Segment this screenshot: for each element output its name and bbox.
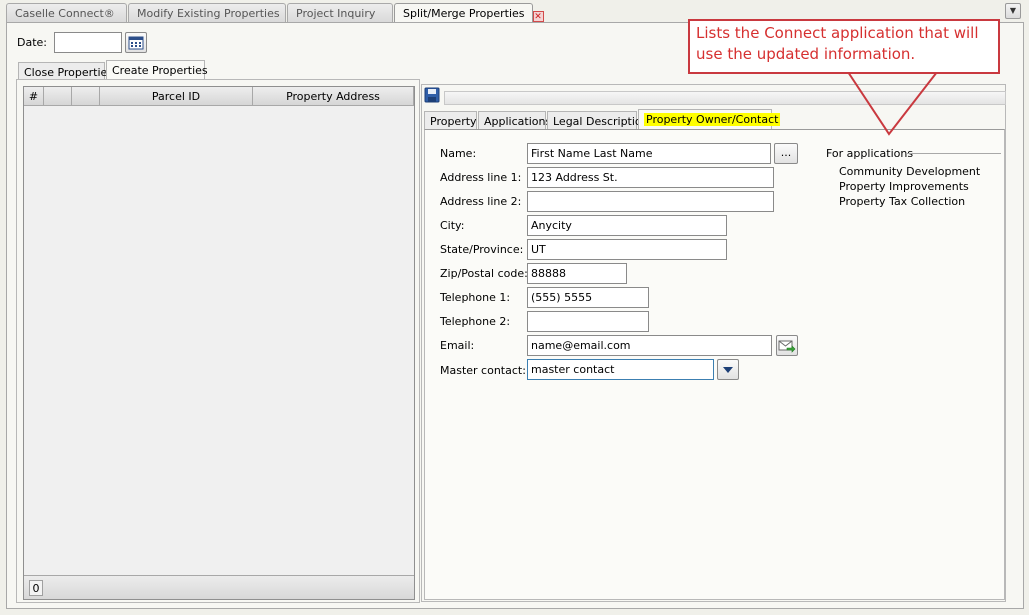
tab-legal-description[interactable]: Legal Description (547, 111, 649, 130)
application-item: Property Improvements (839, 180, 969, 193)
grid-footer: 0 (24, 575, 414, 599)
tab-label: Legal Description (553, 115, 649, 128)
tab-label: Close Properties (24, 66, 114, 79)
browse-name-button[interactable]: ... (774, 143, 798, 164)
email-label: Email: (440, 339, 475, 352)
save-icon (424, 87, 440, 103)
send-email-button[interactable] (776, 335, 798, 356)
grid-col-blank-1[interactable] (44, 87, 72, 106)
date-input[interactable] (54, 32, 122, 53)
state-label: State/Province: (440, 243, 524, 256)
grid-col-number[interactable]: # (24, 87, 44, 106)
zip-input[interactable]: 88888 (527, 263, 627, 284)
tab-split-merge-properties[interactable]: Split/Merge Properties ✕ (394, 3, 544, 24)
master-contact-dropdown-button[interactable] (717, 359, 739, 380)
address1-label: Address line 1: (440, 171, 522, 184)
tab-label: Property (430, 115, 477, 128)
tab-project-inquiry[interactable]: Project Inquiry (287, 3, 393, 23)
application-item: Property Tax Collection (839, 195, 966, 208)
triangle-down-icon (723, 367, 733, 373)
email-send-icon (778, 340, 796, 353)
close-tab-icon[interactable]: ✕ (532, 11, 544, 22)
state-input[interactable]: UT (527, 239, 727, 260)
tab-label: Caselle Connect® (15, 7, 115, 20)
tab-label: Split/Merge Properties (403, 7, 525, 20)
address1-input[interactable]: 123 Address St. (527, 167, 774, 188)
tab-list-dropdown-button[interactable]: ▼ (1005, 3, 1021, 19)
tab-label: Property Owner/Contact (644, 113, 781, 126)
date-label: Date: (17, 36, 47, 49)
name-label: Name: (440, 147, 477, 160)
grid-col-blank-2[interactable] (72, 87, 100, 106)
tab-property-owner-contact[interactable]: Property Owner/Contact (638, 109, 781, 130)
save-button[interactable] (424, 87, 442, 104)
tab-property[interactable]: Property (424, 111, 477, 130)
address2-input[interactable] (527, 191, 774, 212)
grid-col-parcel-id[interactable]: Parcel ID (100, 87, 253, 106)
telephone1-label: Telephone 1: (440, 291, 511, 304)
applications-divider (906, 153, 1001, 154)
tab-modify-existing-properties[interactable]: Modify Existing Properties (128, 3, 286, 23)
grid-col-property-address[interactable]: Property Address (253, 87, 414, 106)
tab-create-properties[interactable]: Create Properties (106, 60, 208, 81)
master-contact-input[interactable]: master contact (527, 359, 714, 380)
master-contact-label: Master contact: (440, 364, 526, 377)
application-item: Community Development (839, 165, 981, 178)
tab-label: Project Inquiry (296, 7, 376, 20)
calendar-button[interactable] (125, 32, 147, 53)
name-input[interactable]: First Name Last Name (527, 143, 771, 164)
calendar-icon (128, 36, 144, 50)
tab-applications[interactable]: Applications (478, 111, 551, 130)
property-grid: # Parcel ID Property Address 0 (23, 86, 415, 600)
annotation-callout: Lists the Connect application that will … (688, 19, 1000, 74)
tab-label: Applications (484, 115, 552, 128)
telephone1-input[interactable]: (555) 5555 (527, 287, 649, 308)
callout-pointer (847, 72, 938, 136)
address2-label: Address line 2: (440, 195, 522, 208)
zip-label: Zip/Postal code: (440, 267, 528, 280)
telephone2-input[interactable] (527, 311, 649, 332)
tab-label: Create Properties (112, 64, 208, 77)
city-label: City: (440, 219, 465, 232)
telephone2-label: Telephone 2: (440, 315, 511, 328)
city-input[interactable]: Anycity (527, 215, 727, 236)
record-count: 0 (29, 580, 43, 596)
email-input[interactable]: name@email.com (527, 335, 772, 356)
applications-heading: For applications (826, 147, 914, 160)
tab-label: Modify Existing Properties (137, 7, 280, 20)
tab-caselle-connect[interactable]: Caselle Connect® (6, 3, 127, 23)
chevron-down-icon: ▼ (1009, 6, 1017, 15)
